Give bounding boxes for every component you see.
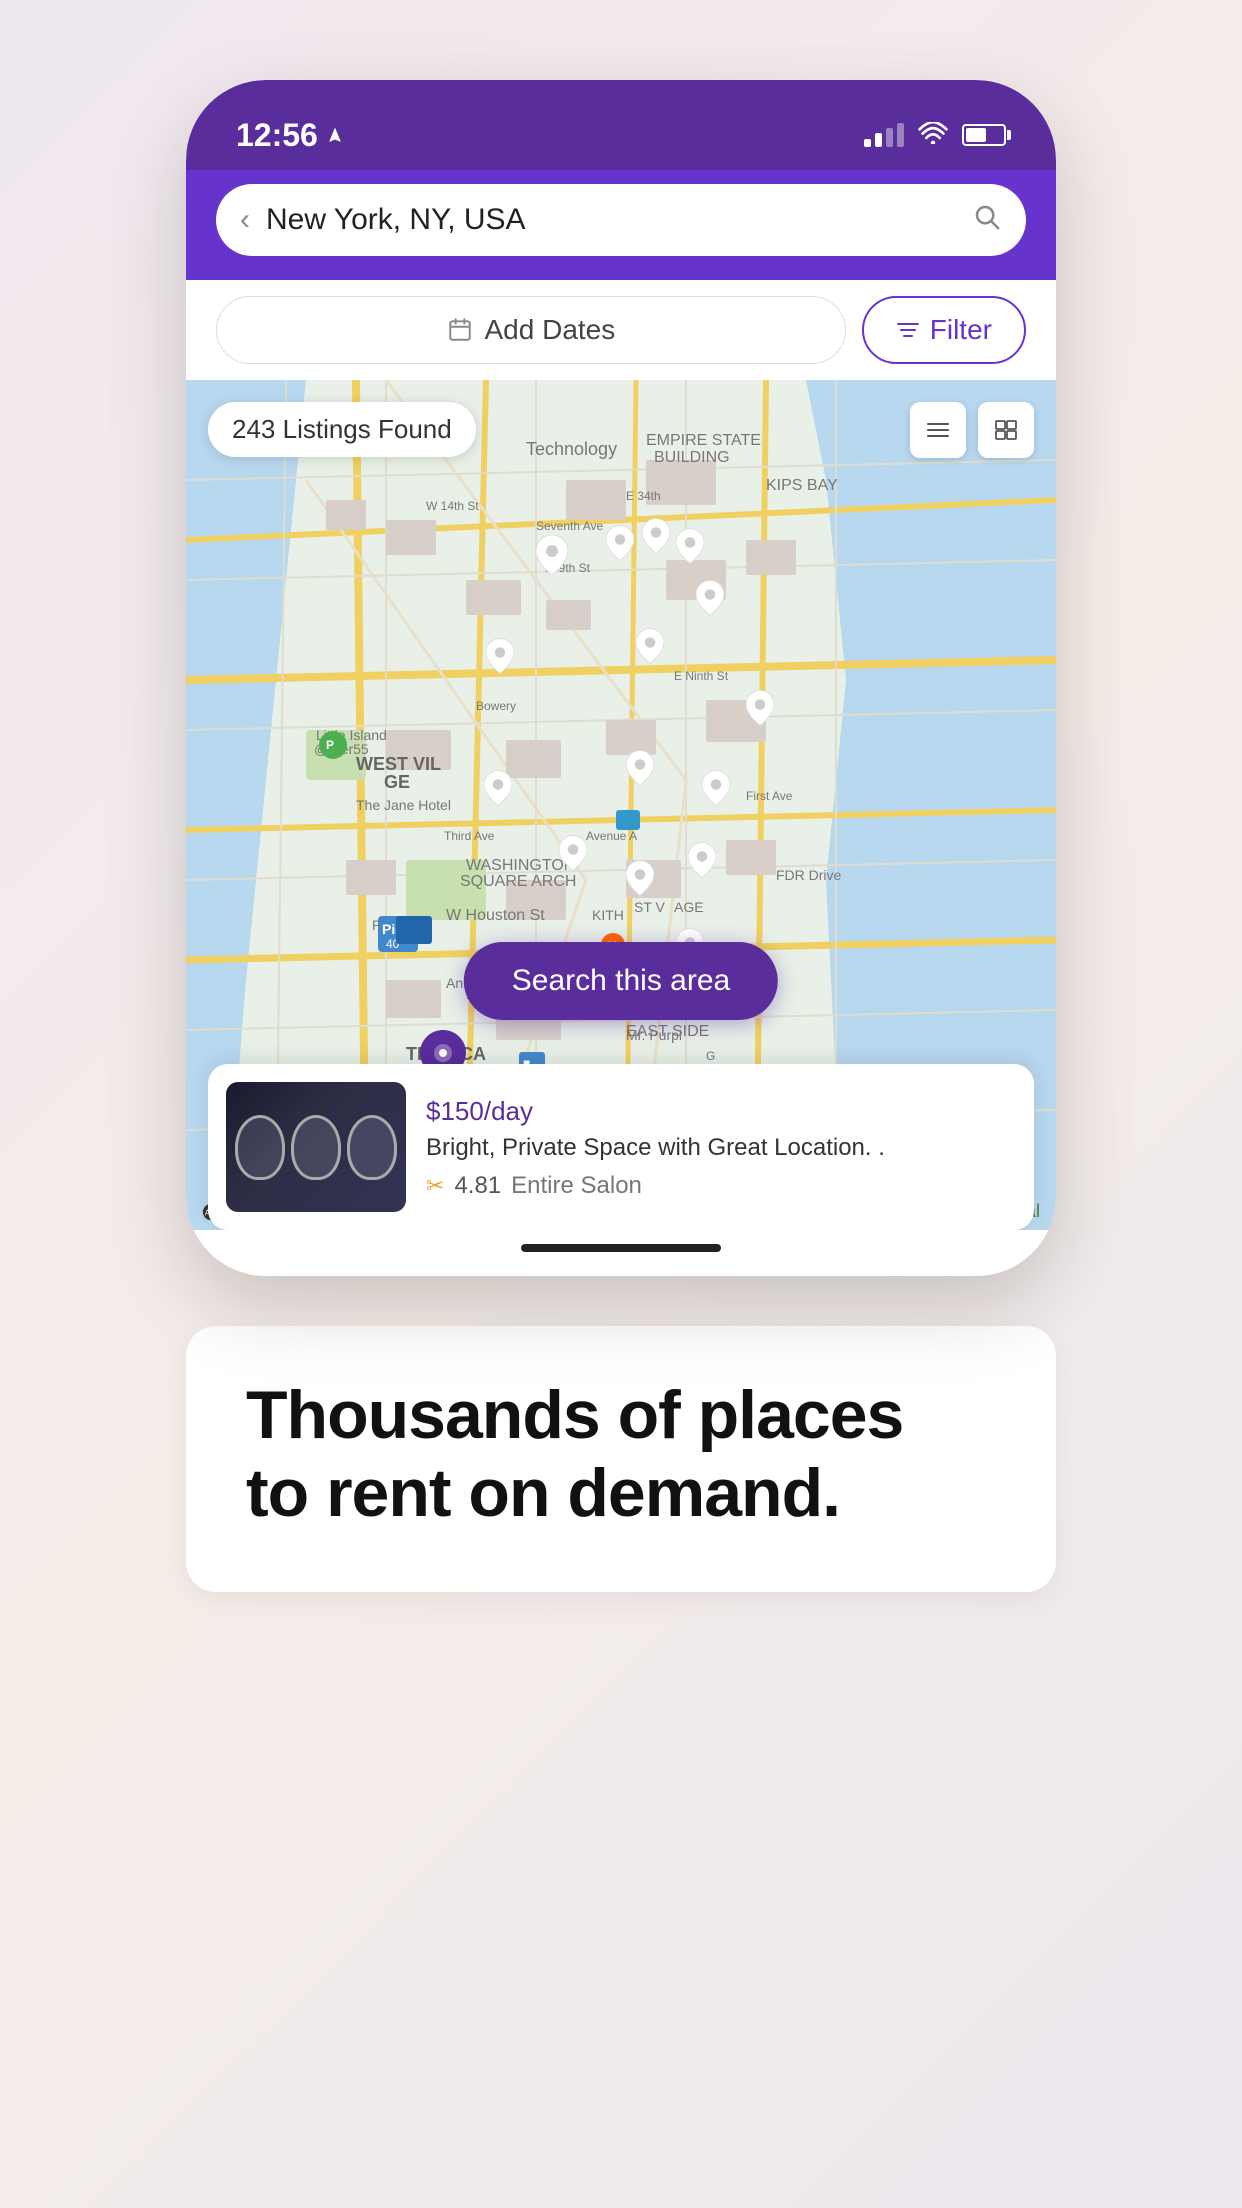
- time-display: 12:56: [236, 117, 318, 154]
- map-pin-4[interactable]: [676, 528, 704, 569]
- map-pin-10[interactable]: [626, 750, 654, 791]
- svg-text:Avenue A: Avenue A: [586, 829, 637, 843]
- add-dates-label: Add Dates: [485, 314, 616, 346]
- listing-price: $150/day: [426, 1094, 1016, 1128]
- map-container[interactable]: Technology EMPIRE STATE BUILDING KIPS BA…: [186, 380, 1056, 1230]
- signal-icon: [864, 123, 904, 147]
- status-bar: 12:56: [186, 80, 1056, 170]
- filter-button[interactable]: Filter: [862, 296, 1026, 364]
- listing-image: [226, 1082, 406, 1212]
- filter-icon: [896, 320, 920, 340]
- svg-text:W Houston St: W Houston St: [446, 907, 545, 924]
- svg-text:Third Ave: Third Ave: [444, 829, 495, 843]
- list-view-button[interactable]: [910, 402, 966, 458]
- map-controls: [910, 402, 1034, 458]
- svg-text:KITH: KITH: [592, 907, 624, 923]
- search-area-label: Search this area: [512, 964, 730, 997]
- listing-title: Bright, Private Space with Great Locatio…: [426, 1134, 1016, 1162]
- svg-text:WEST VIL: WEST VIL: [356, 754, 441, 774]
- listing-meta: ✂ 4.81 Entire Salon: [426, 1172, 1016, 1200]
- search-area-header: ‹ New York, NY, USA: [186, 170, 1056, 280]
- listing-type: Entire Salon: [511, 1172, 642, 1200]
- calendar-icon: [447, 317, 473, 343]
- svg-text:Seventh Ave: Seventh Ave: [536, 519, 603, 533]
- map-pin-8[interactable]: [746, 690, 774, 731]
- svg-text:The Jane Hotel: The Jane Hotel: [356, 797, 451, 813]
- svg-text:Technology: Technology: [526, 439, 617, 459]
- map-pin-11[interactable]: [702, 770, 730, 811]
- map-pin-5[interactable]: [696, 580, 724, 621]
- svg-text:W 14th St: W 14th St: [426, 499, 479, 513]
- svg-text:An: An: [446, 975, 463, 991]
- caption-line-1: Thousands of places: [246, 1377, 903, 1453]
- map-pin-9[interactable]: [484, 770, 512, 811]
- back-button[interactable]: ‹: [240, 203, 250, 237]
- svg-text:G: G: [706, 1049, 715, 1063]
- search-this-area-button[interactable]: Search this area: [464, 942, 778, 1020]
- map-pin-12[interactable]: [559, 835, 587, 876]
- svg-text:Mr. Purpl: Mr. Purpl: [626, 1027, 682, 1043]
- svg-text:Bowery: Bowery: [476, 699, 516, 713]
- map-pin-2[interactable]: [606, 525, 634, 566]
- svg-text:FDR Drive: FDR Drive: [776, 867, 842, 883]
- svg-text:ST V: ST V: [634, 899, 666, 915]
- listing-card-fade: [964, 1064, 1034, 1230]
- svg-text:E 34th: E 34th: [626, 489, 661, 503]
- map-pin-14[interactable]: [688, 842, 716, 883]
- map-pin-3[interactable]: [642, 518, 670, 559]
- map-pin-1[interactable]: [536, 535, 568, 580]
- location-arrow-icon: [326, 126, 344, 144]
- filter-label: Filter: [930, 314, 992, 346]
- svg-text:EMPIRE STATE: EMPIRE STATE: [646, 432, 761, 449]
- wifi-icon: [918, 120, 948, 151]
- map-pin-13[interactable]: [626, 860, 654, 901]
- listing-info: $150/day Bright, Private Space with Grea…: [426, 1094, 1016, 1200]
- svg-text:P: P: [326, 738, 334, 752]
- svg-text:KIPS BAY: KIPS BAY: [766, 477, 838, 494]
- listings-count-badge: 243 Listings Found: [208, 402, 476, 457]
- listing-rating: 4.81: [454, 1172, 501, 1200]
- caption-text: Thousands of places to rent on demand.: [246, 1376, 996, 1532]
- svg-text:GE: GE: [384, 772, 410, 792]
- search-bar[interactable]: ‹ New York, NY, USA: [216, 184, 1026, 256]
- svg-text:BUILDING: BUILDING: [654, 449, 730, 466]
- caption-line-2: to rent on demand.: [246, 1455, 840, 1531]
- svg-text:E Ninth St: E Ninth St: [674, 669, 729, 683]
- svg-text:First Ave: First Ave: [746, 789, 793, 803]
- svg-text:AGE: AGE: [674, 899, 704, 915]
- caption-area: Thousands of places to rent on demand.: [186, 1326, 1056, 1592]
- search-icon[interactable]: [972, 202, 1002, 239]
- status-time: 12:56: [236, 117, 344, 154]
- filter-bar: Add Dates Filter: [186, 280, 1056, 380]
- listings-count-text: 243 Listings Found: [232, 414, 452, 445]
- map-pin-6[interactable]: [486, 638, 514, 679]
- battery-icon: [962, 124, 1006, 146]
- home-indicator: [186, 1230, 1056, 1276]
- search-location-text: New York, NY, USA: [266, 203, 956, 237]
- listing-card[interactable]: $150/day Bright, Private Space with Grea…: [208, 1064, 1034, 1230]
- scissors-icon: ✂: [426, 1173, 444, 1199]
- phone-frame: 12:56: [186, 80, 1056, 1276]
- grid-view-button[interactable]: [978, 402, 1034, 458]
- status-icons: [864, 120, 1006, 151]
- add-dates-button[interactable]: Add Dates: [216, 296, 846, 364]
- map-pin-7[interactable]: [636, 628, 664, 669]
